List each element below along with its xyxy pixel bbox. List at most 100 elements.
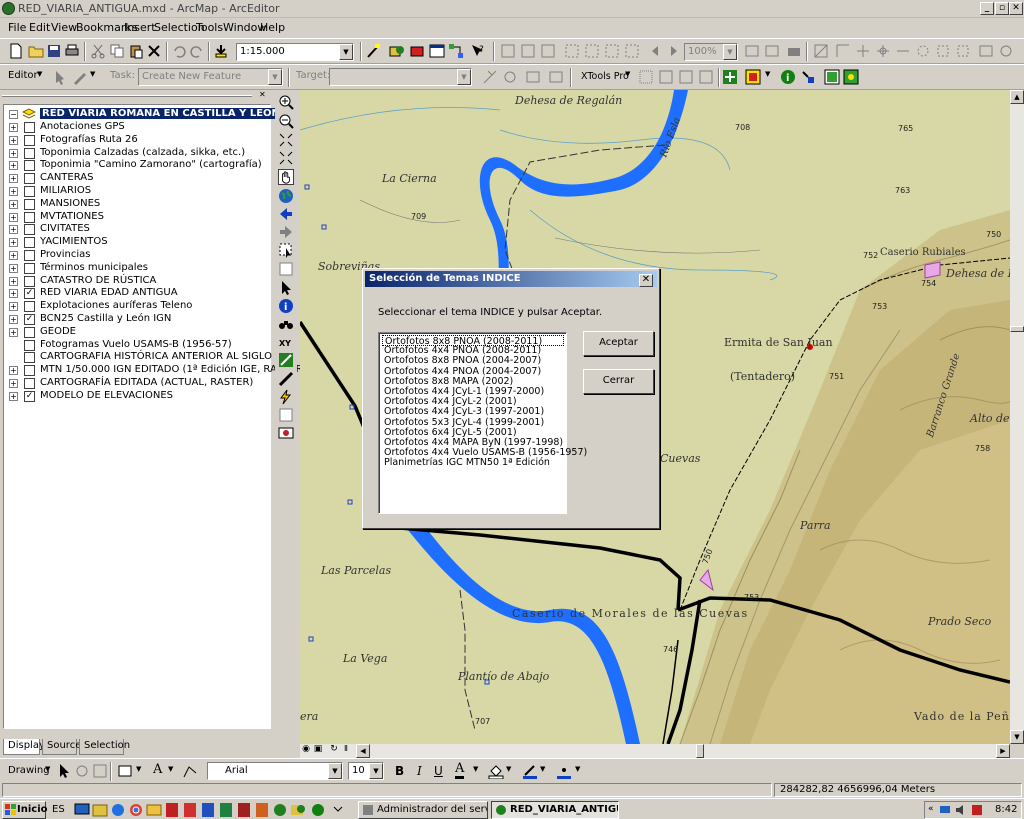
expand-icon[interactable]: + — [9, 391, 18, 401]
go-back-arrow-icon[interactable] — [278, 206, 294, 222]
ie-icon[interactable] — [110, 802, 126, 818]
xtools-table-icon[interactable] — [638, 69, 654, 85]
pan-hand-icon[interactable] — [278, 169, 294, 185]
acrobat-icon[interactable] — [182, 802, 198, 818]
rotate-icon[interactable] — [813, 43, 829, 59]
layer-visibility-checkbox[interactable]: ✓ — [24, 314, 35, 325]
layer-visibility-checkbox[interactable] — [24, 147, 35, 159]
change-layout-icon[interactable] — [786, 43, 802, 59]
align-icon[interactable] — [895, 43, 911, 59]
expand-icon[interactable]: + — [9, 135, 18, 145]
group-icon[interactable] — [935, 43, 951, 59]
layer-visibility-checkbox[interactable]: ✓ — [24, 288, 35, 300]
map-tips-icon[interactable] — [745, 69, 761, 85]
close-button[interactable]: Cerrar — [583, 369, 654, 394]
bold-button[interactable]: B — [395, 764, 404, 778]
rectangle-shape-icon[interactable] — [978, 43, 994, 59]
expand-icon[interactable]: + — [9, 123, 18, 132]
scroll-right-icon[interactable]: ▶ — [996, 744, 1010, 758]
chevron-down-icon[interactable]: ▼ — [136, 765, 141, 773]
pan-layout-icon[interactable] — [540, 43, 556, 59]
expand-icon[interactable]: + — [9, 315, 18, 324]
word-icon[interactable] — [200, 802, 216, 818]
arcmap-icon[interactable] — [272, 802, 288, 818]
chevron-down-icon[interactable]: ▼ — [457, 69, 471, 85]
html-popup-icon[interactable] — [278, 407, 294, 423]
time-slider-icon[interactable] — [278, 425, 294, 441]
fixed-zoom-in-layout-icon[interactable] — [604, 43, 620, 59]
measure-ruler-icon[interactable] — [278, 371, 294, 387]
layer-visibility-checkbox[interactable] — [24, 275, 35, 287]
save-icon[interactable] — [46, 43, 62, 59]
pdf-icon[interactable] — [164, 802, 180, 818]
menu-file[interactable]: File — [8, 21, 26, 34]
layer-visibility-checkbox[interactable] — [24, 224, 35, 236]
forward-extent-icon[interactable] — [665, 43, 681, 59]
expand-tray-icon[interactable]: « — [928, 804, 934, 814]
new-document-icon[interactable] — [8, 43, 24, 59]
sketch-tool-icon[interactable] — [72, 69, 88, 85]
expand-icon[interactable]: + — [9, 276, 18, 286]
line-color-icon[interactable] — [522, 763, 538, 779]
ungroup-icon[interactable] — [955, 43, 971, 59]
chevron-down-icon[interactable]: ▼ — [268, 69, 282, 85]
language-indicator[interactable]: ES — [52, 804, 65, 815]
scale-combo[interactable]: 1:15.000 ▼ — [236, 43, 354, 61]
scroll-thumb[interactable] — [696, 744, 704, 758]
taskbar-button-arcmap[interactable]: RED_VIARIA_ANTIGU... — [491, 801, 619, 819]
add-layer-plus-icon[interactable] — [722, 69, 738, 85]
edit-tool-icon[interactable] — [52, 69, 68, 85]
cut-icon[interactable] — [90, 43, 106, 59]
zoom-out-icon[interactable] — [278, 113, 294, 129]
select-elements-icon[interactable] — [56, 763, 72, 779]
expand-icon[interactable]: + — [9, 263, 18, 273]
collapse-icon[interactable]: − — [9, 110, 18, 119]
text-tool-icon[interactable]: A — [153, 762, 162, 777]
scroll-thumb[interactable] — [1010, 326, 1024, 332]
center-icon[interactable] — [875, 43, 891, 59]
copy-icon[interactable] — [109, 43, 125, 59]
layer-visibility-checkbox[interactable] — [24, 339, 35, 351]
expand-icon[interactable]: + — [9, 225, 18, 235]
outlook-icon[interactable] — [146, 802, 162, 818]
whats-this-help-icon[interactable]: ? — [470, 43, 486, 59]
layer-visibility-checkbox[interactable] — [24, 186, 35, 197]
undo-icon[interactable] — [171, 43, 187, 59]
scroll-left-icon[interactable]: ◀ — [356, 744, 370, 758]
xtools-extent-icon[interactable] — [698, 69, 714, 85]
arccatalog-icon[interactable] — [389, 43, 405, 59]
layer-visibility-checkbox[interactable] — [24, 173, 35, 185]
layer-visibility-checkbox[interactable] — [24, 326, 35, 338]
accept-button[interactable]: Aceptar — [583, 331, 654, 356]
close-icon[interactable]: ✕ — [639, 274, 653, 287]
expand-icon[interactable]: + — [9, 289, 18, 299]
focus-data-frame-icon[interactable] — [764, 43, 780, 59]
layer-visibility-checkbox[interactable] — [24, 250, 35, 261]
excel-icon[interactable] — [218, 802, 234, 818]
xtools-grid-icon[interactable] — [658, 69, 674, 85]
toc-grip[interactable]: ✕ — [2, 90, 272, 102]
close-icon[interactable]: ✕ — [259, 90, 266, 99]
font-size-combo[interactable]: 10 ▼ — [348, 762, 384, 780]
layer-visibility-checkbox[interactable] — [24, 378, 35, 389]
chevron-down-icon[interactable]: ▼ — [625, 70, 630, 78]
sketch-properties-icon[interactable] — [548, 69, 564, 85]
data-view-icon[interactable]: ◉ — [300, 744, 312, 758]
open-folder-icon[interactable] — [28, 43, 44, 59]
chevron-down-icon[interactable]: ▼ — [473, 765, 478, 773]
drawing-menu[interactable]: Drawing — [8, 765, 50, 776]
split-tool-icon[interactable] — [482, 69, 498, 85]
menu-view[interactable]: View — [51, 21, 77, 34]
print-icon[interactable] — [64, 43, 80, 59]
powerpoint-icon[interactable] — [254, 802, 270, 818]
target-combo[interactable]: ▼ — [329, 68, 472, 86]
hyperlink-icon[interactable] — [800, 69, 816, 85]
clear-selection-icon[interactable] — [278, 261, 294, 277]
font-combo[interactable]: Arial ▼ — [207, 762, 343, 780]
chrome-icon[interactable] — [128, 802, 144, 818]
layer-visibility-checkbox[interactable] — [24, 211, 35, 223]
maximize-button[interactable]: ▫ — [995, 2, 1009, 15]
start-button[interactable]: Inicio — [2, 801, 48, 819]
ellipse-shape-icon[interactable] — [998, 43, 1014, 59]
paste-icon[interactable] — [128, 43, 144, 59]
